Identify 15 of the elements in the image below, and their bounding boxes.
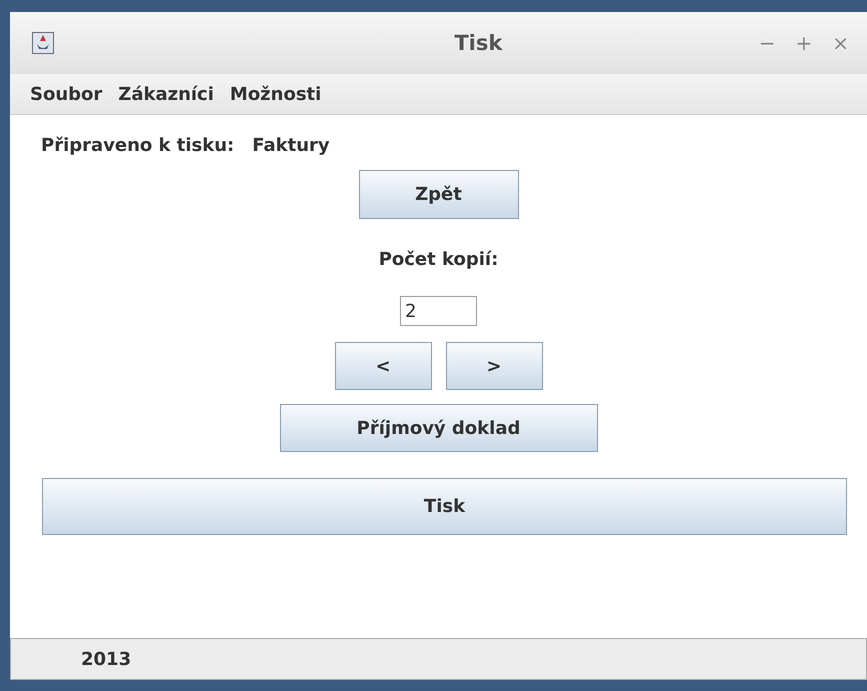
- previous-button[interactable]: <: [334, 342, 432, 390]
- copies-label: Počet kopií:: [378, 249, 498, 270]
- receipt-button[interactable]: Příjmový doklad: [280, 404, 598, 452]
- status-text: 2013: [81, 648, 132, 670]
- menu-item[interactable]: Možnosti: [224, 84, 328, 104]
- window-title: Tisk: [453, 31, 502, 55]
- ready-value: Faktury: [252, 135, 330, 156]
- next-button[interactable]: >: [446, 342, 542, 390]
- print-button[interactable]: Tisk: [42, 478, 847, 535]
- menu-item[interactable]: Soubor: [24, 84, 108, 104]
- back-button[interactable]: Zpět: [358, 170, 518, 219]
- ready-label: Připraveno k tisku:: [41, 135, 234, 156]
- copies-field[interactable]: 2: [400, 296, 477, 326]
- app-icon: [32, 32, 54, 54]
- menu-item[interactable]: Zákazníci: [112, 84, 220, 104]
